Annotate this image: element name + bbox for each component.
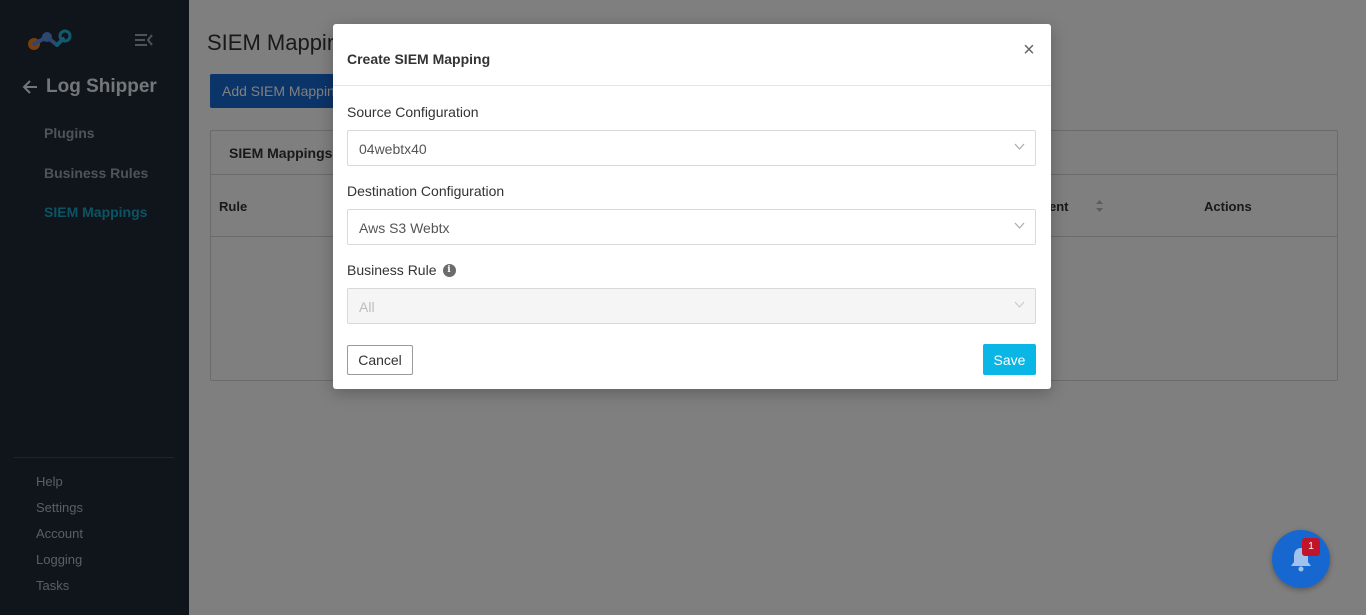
destination-configuration-value: Aws S3 Webtx bbox=[359, 220, 450, 236]
chevron-down-icon bbox=[1014, 222, 1025, 229]
source-configuration-value: 04webtx40 bbox=[359, 141, 427, 157]
business-rule-value: All bbox=[359, 299, 375, 315]
chevron-down-icon bbox=[1014, 143, 1025, 150]
save-button[interactable]: Save bbox=[983, 344, 1036, 375]
chevron-down-icon bbox=[1014, 301, 1025, 308]
dialog-title: Create SIEM Mapping bbox=[347, 51, 491, 67]
info-icon[interactable]: i bbox=[442, 263, 456, 277]
destination-configuration-label-text: Destination Configuration bbox=[347, 183, 505, 199]
destination-configuration-select[interactable]: Aws S3 Webtx bbox=[347, 209, 1036, 245]
business-rule-select[interactable]: All bbox=[347, 288, 1036, 324]
cancel-button[interactable]: Cancel bbox=[347, 345, 413, 375]
source-configuration-select[interactable]: 04webtx40 bbox=[347, 130, 1036, 166]
destination-configuration-label: Destination Configuration bbox=[347, 183, 504, 199]
source-configuration-label-text: Source Configuration bbox=[347, 104, 479, 120]
business-rule-label: Business Rule i bbox=[347, 262, 456, 278]
close-icon[interactable]: × bbox=[1021, 40, 1037, 60]
business-rule-label-text: Business Rule bbox=[347, 262, 437, 278]
source-configuration-label: Source Configuration bbox=[347, 104, 479, 120]
notifications-button[interactable]: 1 bbox=[1272, 530, 1330, 588]
dialog-header: Create SIEM Mapping × bbox=[333, 24, 1051, 86]
notification-count-badge: 1 bbox=[1302, 538, 1320, 556]
create-siem-mapping-dialog: Create SIEM Mapping × Source Configurati… bbox=[333, 24, 1051, 389]
